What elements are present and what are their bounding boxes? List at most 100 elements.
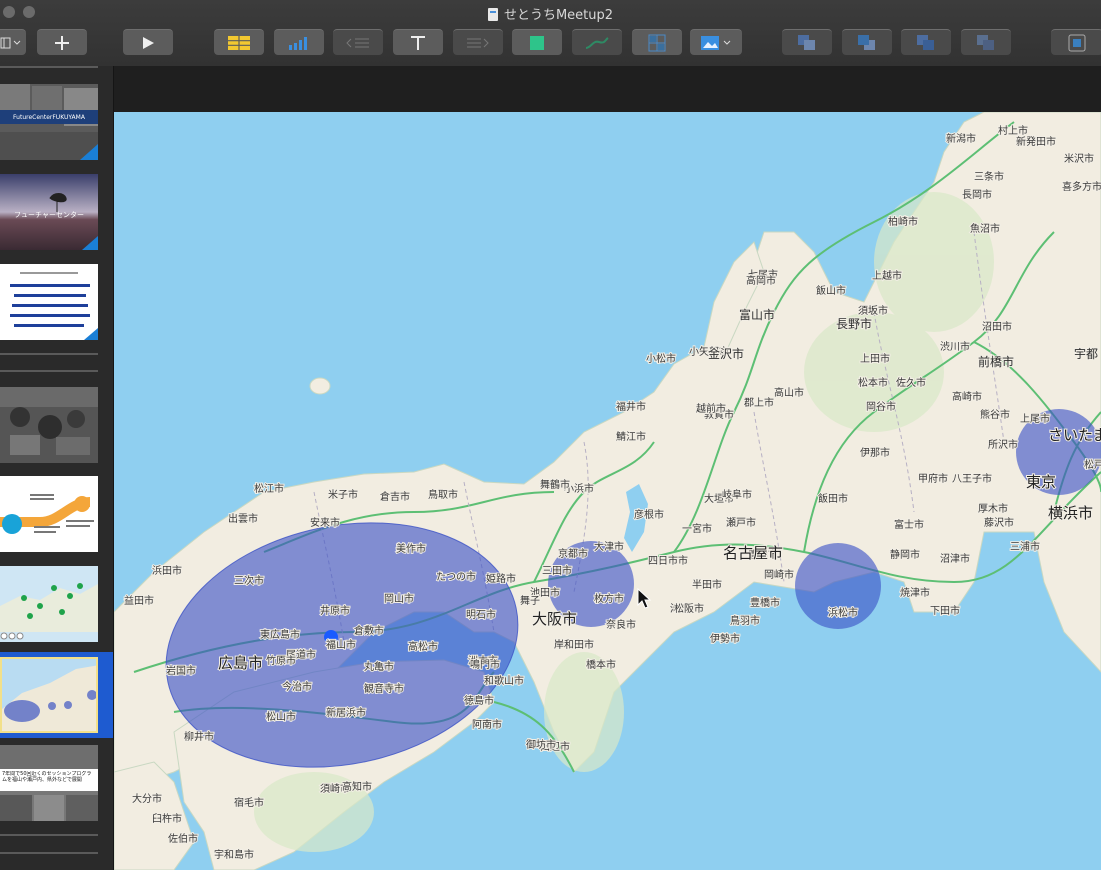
chart-button[interactable]: [274, 29, 324, 55]
oki-island: [309, 377, 331, 395]
city-label: 鯖江市: [616, 430, 646, 443]
slide-thumbnail[interactable]: [0, 566, 98, 642]
city-label: 大津市: [594, 540, 624, 553]
arrange-front-button[interactable]: [782, 29, 832, 55]
city-label: 飯田市: [818, 492, 848, 505]
city-label: 竹原市: [266, 654, 296, 667]
city-label: 柳井市: [184, 730, 214, 743]
city-label: 柏崎市: [888, 215, 918, 228]
city-label: 三次市: [234, 574, 264, 587]
text-button[interactable]: [393, 29, 443, 55]
city-label: 美作市: [396, 542, 426, 555]
city-label: 三条市: [974, 170, 1004, 183]
text-list-button[interactable]: [453, 29, 503, 55]
city-label: 静岡市: [890, 548, 920, 561]
window-title: せとうちMeetup2: [0, 4, 1101, 23]
slide-navigator[interactable]: FutureCenterFUKUYAMA フューチャーセンター 7年間で50回近…: [0, 66, 114, 870]
add-slide-button[interactable]: [37, 29, 87, 55]
city-label: 喜多方市: [1062, 180, 1101, 193]
city-label: 倉敷市: [354, 624, 384, 637]
city-label: 長岡市: [962, 188, 992, 201]
ungroup-button[interactable]: [961, 29, 1011, 55]
city-label: 小松市: [646, 352, 676, 365]
city-label: 所沢市: [988, 438, 1018, 451]
shape-icon: [530, 35, 544, 50]
shape-button[interactable]: [512, 29, 562, 55]
slide-thumbnail[interactable]: フューチャーセンター: [0, 174, 98, 250]
text-icon: [411, 35, 425, 50]
arrange-back-button[interactable]: [842, 29, 892, 55]
city-label: 広島市: [218, 654, 263, 672]
media-button[interactable]: [690, 29, 742, 55]
city-label: 藤沢市: [984, 516, 1014, 529]
city-label: 鳥羽市: [730, 614, 760, 627]
city-label: 須坂市: [858, 304, 888, 317]
japan-map: 新潟市 新発田市米沢市喜多方市三条市村上市長岡市柏崎市上越市七尾市魚沼市小矢部市高…: [114, 112, 1101, 870]
city-label: 今治市: [282, 680, 312, 693]
city-label: 彦根市: [634, 508, 664, 521]
city-label: 松阪市: [674, 602, 704, 615]
city-label: 松戸: [1084, 458, 1101, 471]
city-label: 米子市: [328, 488, 358, 501]
slide-separator: [0, 852, 98, 854]
chart-icon: [289, 36, 307, 50]
city-label: 岐阜市: [722, 488, 752, 501]
slide-title: 7年間で50回近くのセッションプログラムを福山や瀬戸内、県外などで展開: [2, 771, 92, 783]
play-icon: [143, 36, 154, 49]
city-label: 村上市: [998, 124, 1028, 137]
city-label: 新居浜市: [326, 706, 366, 719]
city-label: 沼津市: [940, 552, 970, 565]
slide-separator: [0, 353, 98, 355]
city-label: 御坊市: [526, 738, 556, 751]
city-label: 高崎市: [952, 390, 982, 403]
grid-icon: [648, 34, 666, 51]
city-label: 名古屋市: [723, 544, 783, 562]
city-label: 上越市: [872, 269, 902, 282]
window-titlebar: せとうちMeetup2: [0, 0, 1101, 67]
slide-thumbnail[interactable]: [0, 387, 98, 463]
table-button[interactable]: [214, 29, 264, 55]
city-label: 飯山市: [816, 284, 846, 297]
city-label: 徳島市: [464, 694, 494, 707]
city-label: 倉吉市: [380, 490, 410, 503]
city-label: 丸亀市: [364, 660, 394, 673]
text-list-icon: [467, 38, 489, 47]
slide-thumbnail[interactable]: FutureCenterFUKUYAMA: [0, 84, 98, 160]
city-label: 京都市: [558, 547, 588, 560]
city-label: 三浦市: [1010, 540, 1040, 553]
line-button[interactable]: [572, 29, 622, 55]
city-label: 橋本市: [586, 658, 616, 671]
city-label: 高松市: [408, 640, 438, 653]
slide-thumbnail-selected[interactable]: [0, 657, 98, 733]
city-label: 井原市: [320, 604, 350, 617]
play-button[interactable]: [123, 29, 173, 55]
ungroup-icon: [977, 34, 994, 50]
mask-icon: [1068, 34, 1086, 51]
view-menu-button[interactable]: [0, 29, 26, 55]
group-button[interactable]: [901, 29, 951, 55]
city-label: 大分市: [132, 792, 162, 805]
slide-thumbnail[interactable]: [0, 264, 98, 340]
city-label: 和歌山市: [484, 674, 524, 687]
city-label: 高知市: [342, 780, 372, 793]
city-label: 三田市: [542, 564, 572, 577]
city-label: 岩国市: [166, 664, 196, 677]
city-label: 宇和島市: [214, 848, 254, 861]
city-label: 松江市: [254, 482, 284, 495]
city-label: 福井市: [616, 400, 646, 413]
city-label: 伊勢市: [710, 632, 740, 645]
city-label: 米沢市: [1064, 152, 1094, 165]
city-label: 東広島市: [260, 628, 300, 641]
city-label: 観音寺市: [364, 682, 404, 695]
slide-thumbnail[interactable]: 7年間で50回近くのセッションプログラムを福山や瀬戸内、県外などで展開: [0, 745, 98, 821]
grid-button[interactable]: [632, 29, 682, 55]
city-label: 岡谷市: [866, 400, 896, 413]
city-label: 明石市: [466, 608, 496, 621]
city-label: 佐伯市: [168, 832, 198, 845]
city-label: 渋川市: [940, 340, 970, 353]
mask-button[interactable]: [1051, 29, 1101, 55]
text-align-button[interactable]: [333, 29, 383, 55]
city-label: さいたま: [1048, 426, 1101, 444]
slide-canvas[interactable]: 新潟市 新発田市 米沢市 喜多方市 三条市 村上市 長岡市 柏崎市 上越市 七尾市 魚沼市 小矢部市高…: [114, 112, 1101, 870]
slide-thumbnail[interactable]: [0, 476, 98, 552]
